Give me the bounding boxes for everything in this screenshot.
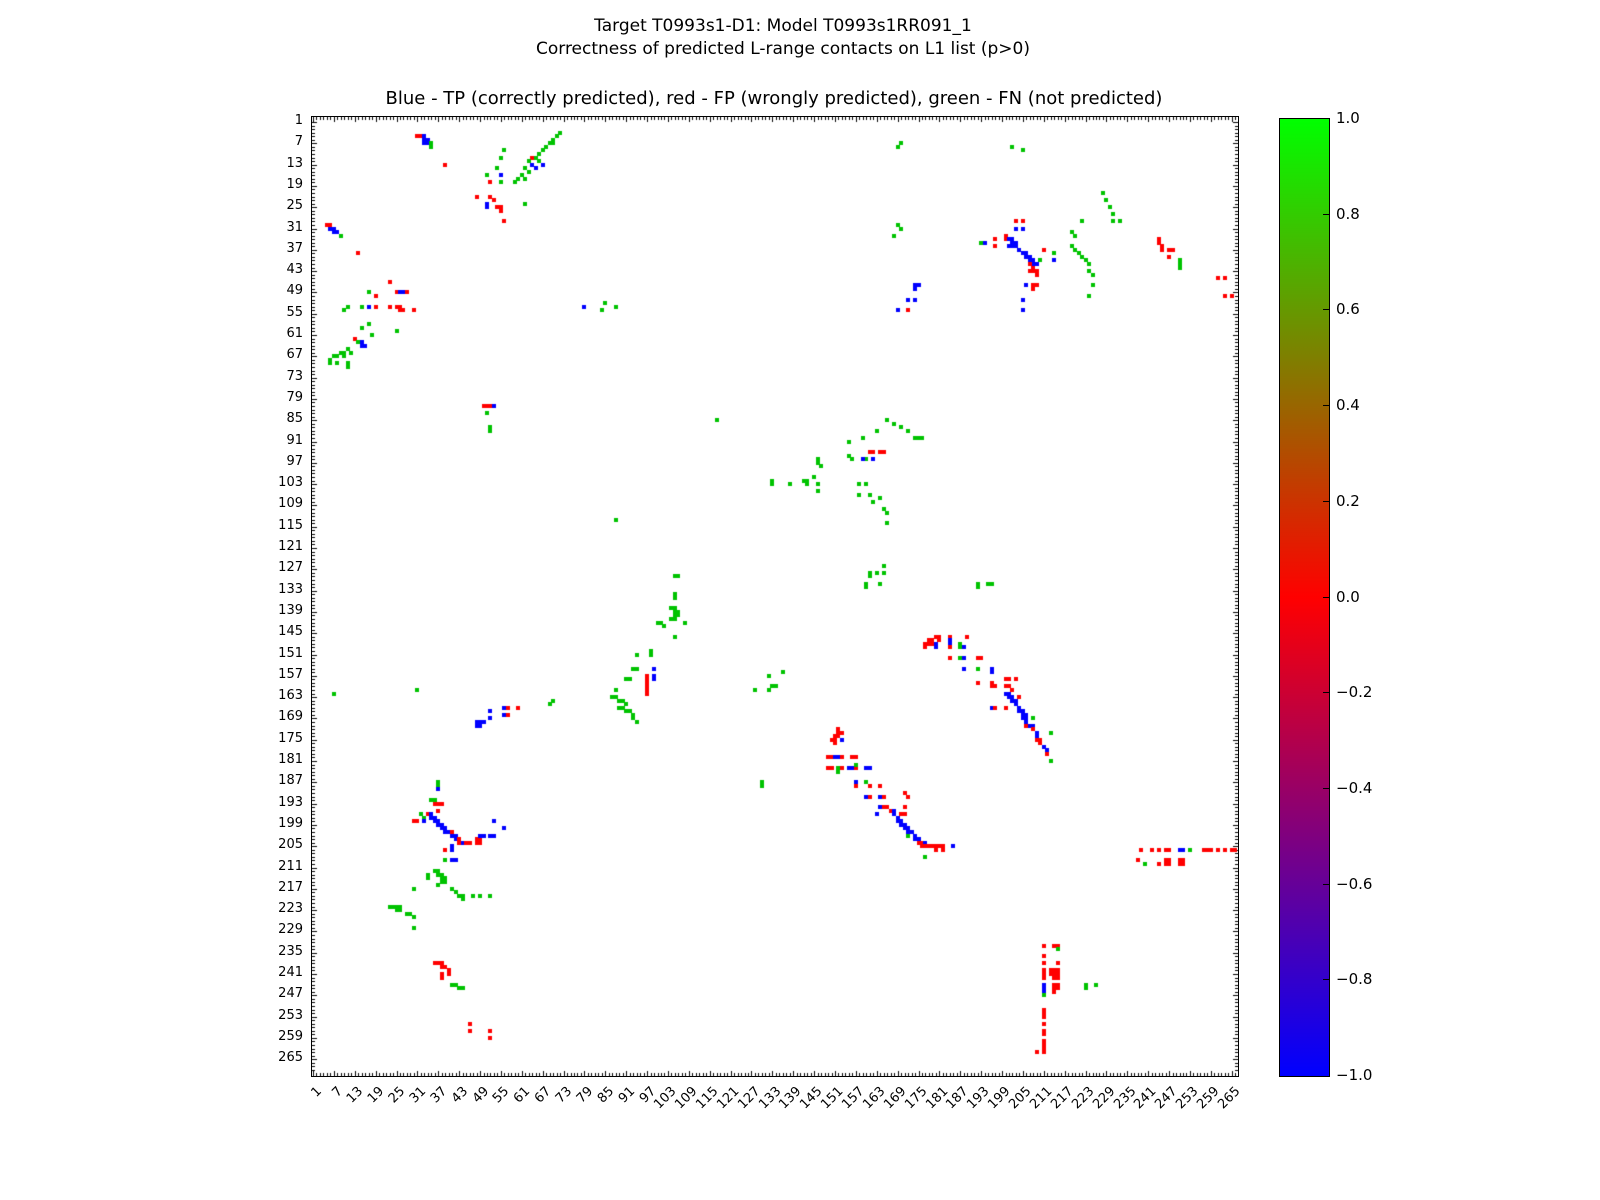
y-tick-label: 253 — [278, 1007, 303, 1023]
y-tick-label: 109 — [278, 496, 303, 512]
axes-title-legend: Blue - TP (correctly predicted), red - F… — [385, 88, 1163, 109]
y-tick-label: 199 — [278, 815, 303, 831]
y-tick-label: 7 — [294, 134, 303, 150]
y-tick-label: 217 — [278, 879, 303, 895]
y-tick-label: 49 — [286, 283, 303, 299]
y-tick-label: 25 — [286, 198, 303, 214]
colorbar-tick-label: −1.0 — [1336, 1066, 1373, 1084]
colorbar-tick — [1323, 884, 1329, 885]
y-tick-label: 121 — [278, 539, 303, 554]
y-tick-label: 265 — [278, 1050, 303, 1066]
y-tick-label: 91 — [286, 432, 303, 448]
colorbar-tick — [1323, 309, 1329, 310]
y-tick-label: 55 — [286, 304, 303, 320]
y-tick-label: 247 — [278, 986, 303, 1002]
colorbar-tick-label: −0.6 — [1336, 874, 1373, 893]
y-tick-label: 67 — [286, 347, 303, 363]
y-tick-label: 133 — [278, 581, 303, 597]
contact-map-plot-area — [311, 116, 1239, 1077]
x-tick-label: 37 — [427, 1084, 450, 1107]
y-tick-label: 241 — [278, 965, 303, 980]
x-tick-label: 85 — [594, 1084, 617, 1107]
y-tick-label: 175 — [278, 730, 303, 746]
y-tick-label: 157 — [278, 666, 303, 682]
x-tick-label: 25 — [385, 1084, 409, 1107]
y-tick-label: 127 — [278, 560, 303, 576]
colorbar-tick — [1323, 979, 1329, 980]
x-tick-label: 73 — [552, 1084, 576, 1107]
y-tick-label: 235 — [278, 943, 303, 959]
colorbar-tick-label: 1.0 — [1336, 109, 1360, 127]
figure-title-line2: Correctness of predicted L-range contact… — [535, 39, 1030, 59]
colorbar-tick — [1323, 214, 1329, 215]
x-tick-label: 55 — [490, 1084, 513, 1107]
x-tick-label: 43 — [448, 1084, 471, 1107]
x-tick-label: 19 — [364, 1084, 388, 1107]
y-tick-label: 205 — [278, 837, 303, 853]
colorbar-tick-label: −0.2 — [1336, 683, 1373, 702]
x-tick-label: 31 — [406, 1084, 430, 1107]
y-tick-label: 13 — [286, 155, 303, 171]
y-tick-label: 223 — [278, 901, 303, 917]
y-tick-label: 163 — [278, 688, 303, 704]
y-tick-label: 31 — [286, 219, 303, 235]
colorbar-tick — [1323, 405, 1329, 406]
x-tick-label: 1 — [308, 1084, 325, 1101]
x-tick-label: 13 — [344, 1084, 367, 1107]
x-tick-label: 67 — [531, 1084, 555, 1107]
colorbar-tick-label: 0.8 — [1336, 204, 1360, 223]
colorbar-tick-label: 0.6 — [1336, 300, 1360, 319]
y-tick-label: 259 — [278, 1028, 303, 1044]
colorbar-tick-label: −0.4 — [1336, 778, 1373, 797]
figure-title-line1: Target T0993s1-D1: Model T0993s1RR091_1 — [594, 16, 972, 36]
y-tick-label: 229 — [278, 922, 303, 938]
colorbar-tick-label: 0.2 — [1336, 491, 1360, 510]
x-tick-label: 49 — [469, 1084, 492, 1107]
y-tick-label: 115 — [278, 517, 303, 533]
y-tick-label: 193 — [278, 794, 303, 810]
y-tick-label: 139 — [278, 602, 303, 618]
colorbar-tick — [1323, 501, 1329, 502]
y-tick-label: 169 — [278, 709, 303, 725]
y-tick-label: 151 — [278, 645, 303, 661]
x-tick-label: 91 — [615, 1084, 638, 1107]
y-tick-label: 85 — [286, 411, 303, 427]
y-tick-label: 97 — [286, 453, 303, 469]
y-tick-label: 61 — [286, 326, 303, 341]
y-tick-label: 145 — [278, 624, 303, 640]
contact-map-canvas — [312, 117, 1238, 1076]
y-tick-label: 211 — [278, 858, 303, 874]
x-tick-label: 7 — [329, 1084, 346, 1101]
y-tick-label: 181 — [278, 752, 303, 767]
y-tick-label: 19 — [286, 176, 303, 192]
colorbar-tick — [1323, 788, 1329, 789]
y-tick-label: 1 — [294, 113, 303, 128]
x-tick-label: 265 — [1215, 1084, 1244, 1113]
colorbar-tick-label: 0.4 — [1336, 396, 1360, 415]
y-tick-label: 37 — [286, 240, 303, 256]
colorbar-tick — [1323, 692, 1329, 693]
y-tick-label: 79 — [286, 389, 303, 405]
y-tick-label: 43 — [286, 262, 303, 278]
colorbar-tick-label: 0.0 — [1336, 587, 1360, 606]
x-tick-label: 79 — [573, 1084, 597, 1107]
colorbar-tick-label: −0.8 — [1336, 970, 1373, 989]
colorbar-tick — [1323, 597, 1329, 598]
y-tick-label: 73 — [286, 368, 303, 384]
y-tick-label: 103 — [278, 475, 303, 491]
y-tick-label: 187 — [278, 773, 303, 789]
x-tick-label: 61 — [511, 1084, 534, 1107]
